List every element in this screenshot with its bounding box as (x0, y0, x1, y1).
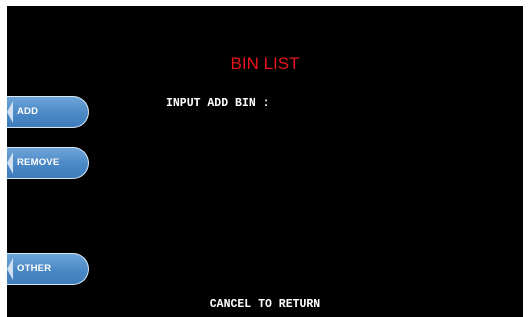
atm-screen: BIN LIST INPUT ADD BIN : ADD REMOVE OTHE… (7, 6, 523, 317)
cancel-instruction: CANCEL TO RETURN (209, 298, 321, 311)
screen-title: BIN LIST (230, 54, 300, 73)
other-button-label: OTHER (17, 263, 52, 274)
other-button[interactable]: OTHER (7, 253, 89, 285)
remove-button-label: REMOVE (17, 157, 60, 168)
add-button-label: ADD (17, 106, 39, 117)
remove-button[interactable]: REMOVE (7, 147, 89, 179)
add-button[interactable]: ADD (7, 96, 89, 128)
left-pointer-icon (7, 258, 13, 280)
left-pointer-icon (7, 152, 13, 174)
input-prompt: INPUT ADD BIN : (166, 97, 270, 110)
left-pointer-icon (7, 101, 13, 123)
